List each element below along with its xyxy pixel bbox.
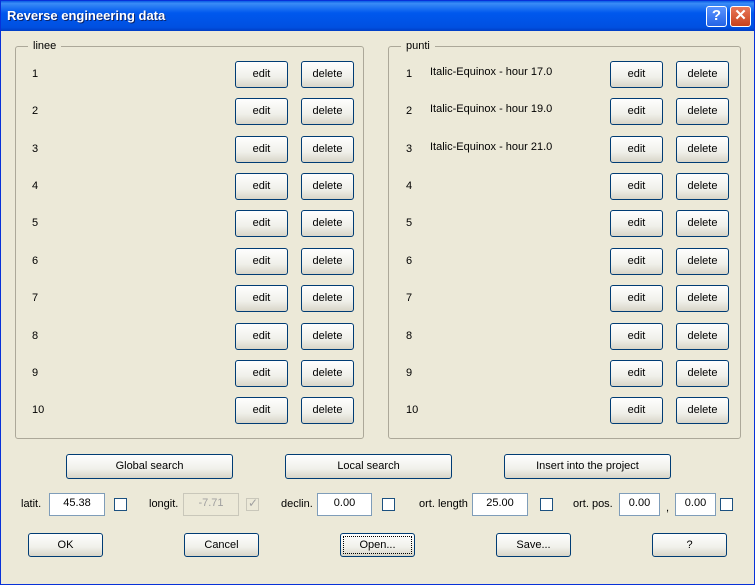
linee-delete-button[interactable]: delete bbox=[301, 98, 354, 125]
declin-label: declin. bbox=[281, 498, 313, 510]
linee-edit-button[interactable]: edit bbox=[235, 360, 288, 387]
punti-edit-button[interactable]: edit bbox=[610, 98, 663, 125]
linee-delete-button[interactable]: delete bbox=[301, 210, 354, 237]
declin-field[interactable]: 0.00 bbox=[317, 493, 372, 516]
linee-edit-button[interactable]: edit bbox=[235, 136, 288, 163]
punti-row-number: 1 bbox=[406, 68, 413, 80]
linee-row-number: 8 bbox=[32, 330, 39, 342]
punti-delete-button[interactable]: delete bbox=[676, 360, 729, 387]
help-button[interactable]: ? bbox=[652, 533, 727, 557]
linee-delete-button[interactable]: delete bbox=[301, 323, 354, 350]
linee-edit-button[interactable]: edit bbox=[235, 210, 288, 237]
linee-delete-button[interactable]: delete bbox=[301, 360, 354, 387]
ort-pos-field-2[interactable]: 0.00 bbox=[675, 493, 716, 516]
punti-row-text: Italic-Equinox - hour 21.0 bbox=[430, 141, 553, 153]
punti-delete-button[interactable]: delete bbox=[676, 323, 729, 350]
punti-row-number: 5 bbox=[406, 217, 413, 229]
title-bar[interactable]: Reverse engineering data ? ✕ bbox=[1, 1, 754, 31]
punti-edit-button[interactable]: edit bbox=[610, 397, 663, 424]
punti-edit-button[interactable]: edit bbox=[610, 210, 663, 237]
linee-row-number: 7 bbox=[32, 292, 39, 304]
punti-delete-button[interactable]: delete bbox=[676, 173, 729, 200]
linee-row-number: 1 bbox=[32, 68, 39, 80]
linee-row-number: 6 bbox=[32, 255, 39, 267]
punti-row-number: 2 bbox=[406, 105, 413, 117]
ort-pos-field-1[interactable]: 0.00 bbox=[619, 493, 660, 516]
linee-edit-button[interactable]: edit bbox=[235, 323, 288, 350]
latit-field[interactable]: 45.38 bbox=[49, 493, 105, 516]
punti-edit-button[interactable]: edit bbox=[610, 248, 663, 275]
punti-row-number: 4 bbox=[406, 180, 413, 192]
linee-row-number: 4 bbox=[32, 180, 39, 192]
linee-row-number: 5 bbox=[32, 217, 39, 229]
longit-label: longit. bbox=[149, 498, 179, 510]
punti-delete-button[interactable]: delete bbox=[676, 248, 729, 275]
punti-group-title: punti bbox=[401, 40, 435, 52]
punti-row-number: 3 bbox=[406, 143, 413, 155]
punti-row-number: 6 bbox=[406, 255, 413, 267]
ok-button[interactable]: OK bbox=[28, 533, 103, 557]
ort-length-field[interactable]: 25.00 bbox=[472, 493, 528, 516]
punti-row-number: 7 bbox=[406, 292, 413, 304]
ort-length-checkbox[interactable] bbox=[540, 498, 553, 511]
linee-delete-button[interactable]: delete bbox=[301, 285, 354, 312]
punti-row-number: 10 bbox=[406, 404, 419, 416]
dialog-window: Reverse engineering data ? ✕ linee 1 edit… bbox=[0, 0, 755, 585]
punti-delete-button[interactable]: delete bbox=[676, 210, 729, 237]
punti-edit-button[interactable]: edit bbox=[610, 360, 663, 387]
punti-edit-button[interactable]: edit bbox=[610, 173, 663, 200]
open-button[interactable]: Open... bbox=[340, 533, 415, 557]
linee-delete-button[interactable]: delete bbox=[301, 61, 354, 88]
ort-pos-checkbox[interactable] bbox=[720, 498, 733, 511]
linee-edit-button[interactable]: edit bbox=[235, 248, 288, 275]
local-search-button[interactable]: Local search bbox=[285, 454, 452, 479]
punti-delete-button[interactable]: delete bbox=[676, 285, 729, 312]
punti-delete-button[interactable]: delete bbox=[676, 61, 729, 88]
insert-into-project-button[interactable]: Insert into the project bbox=[504, 454, 671, 479]
punti-delete-button[interactable]: delete bbox=[676, 98, 729, 125]
punti-row-text: Italic-Equinox - hour 17.0 bbox=[430, 66, 553, 78]
cancel-button[interactable]: Cancel bbox=[184, 533, 259, 557]
punti-edit-button[interactable]: edit bbox=[610, 61, 663, 88]
punti-delete-button[interactable]: delete bbox=[676, 136, 729, 163]
linee-row-number: 10 bbox=[32, 404, 45, 416]
linee-edit-button[interactable]: edit bbox=[235, 98, 288, 125]
linee-edit-button[interactable]: edit bbox=[235, 173, 288, 200]
punti-row-number: 8 bbox=[406, 330, 413, 342]
help-title-button[interactable]: ? bbox=[706, 6, 727, 27]
ort-pos-label: ort. pos. bbox=[573, 498, 613, 510]
punti-row-text: Italic-Equinox - hour 19.0 bbox=[430, 103, 553, 115]
linee-delete-button[interactable]: delete bbox=[301, 397, 354, 424]
close-icon: ✕ bbox=[734, 7, 747, 24]
window-title: Reverse engineering data bbox=[7, 8, 166, 23]
ort-length-label: ort. length bbox=[419, 498, 468, 510]
latit-label: latit. bbox=[21, 498, 42, 510]
linee-edit-button[interactable]: edit bbox=[235, 397, 288, 424]
linee-delete-button[interactable]: delete bbox=[301, 173, 354, 200]
punti-edit-button[interactable]: edit bbox=[610, 136, 663, 163]
close-button[interactable]: ✕ bbox=[730, 6, 751, 27]
save-button[interactable]: Save... bbox=[496, 533, 571, 557]
punti-delete-button[interactable]: delete bbox=[676, 397, 729, 424]
question-mark-icon: ? bbox=[711, 7, 722, 24]
declin-checkbox[interactable] bbox=[382, 498, 395, 511]
punti-edit-button[interactable]: edit bbox=[610, 323, 663, 350]
punti-edit-button[interactable]: edit bbox=[610, 285, 663, 312]
latit-checkbox[interactable] bbox=[114, 498, 127, 511]
linee-edit-button[interactable]: edit bbox=[235, 61, 288, 88]
global-search-button[interactable]: Global search bbox=[66, 454, 233, 479]
linee-row-number: 9 bbox=[32, 367, 39, 379]
linee-delete-button[interactable]: delete bbox=[301, 248, 354, 275]
ort-pos-separator: , bbox=[666, 502, 670, 514]
longit-checkbox bbox=[246, 496, 259, 511]
punti-row-number: 9 bbox=[406, 367, 413, 379]
linee-group-title: linee bbox=[28, 40, 62, 52]
longit-field: -7.71 bbox=[183, 493, 239, 516]
linee-edit-button[interactable]: edit bbox=[235, 285, 288, 312]
linee-row-number: 2 bbox=[32, 105, 39, 117]
linee-delete-button[interactable]: delete bbox=[301, 136, 354, 163]
linee-row-number: 3 bbox=[32, 143, 39, 155]
